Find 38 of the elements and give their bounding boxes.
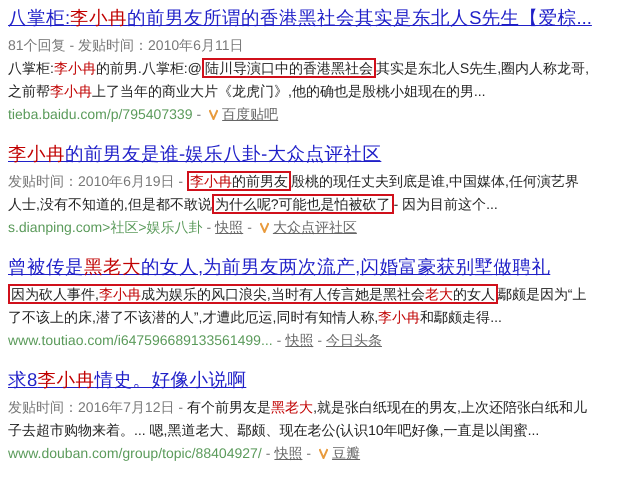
snippet-text: 人士,没有不知道的,但是都不敢说 [8,196,212,212]
post-meta: 81个回复 - 发贴时间：2010年6月11日 [8,37,244,53]
snippet-text: 之前帮李小冉上了当年的商业大片《龙虎门》,他的确也是殷桃小姐现在的男... [8,83,486,99]
result-link[interactable]: 快照 [274,442,302,465]
post-meta: 发贴时间：2010年6月19日 - [8,173,184,189]
result-url: tieba.baidu.com/p/795407339 [8,105,192,124]
result-link[interactable]: 大众点评社区 [272,216,357,239]
snippet-text: - 因为目前这个... [394,196,498,212]
result-url: www.toutiao.com/i647596689133561499... [8,331,273,350]
result-link[interactable]: 快照 [285,329,314,352]
annotated-text: 李小冉的前男友 [187,171,292,191]
separator-dash: - [266,444,270,463]
separator-dash: - [206,218,212,237]
snippet-text: 其实是东北人S先生,圈内人称龙哥, [376,60,590,76]
separator-dash: - [196,105,202,124]
snippet-text: 子去超市购物来着。... 嗯,黑道老大、鄢颇、现在老公(认识10年吧好像,一直是以闺蜜... [8,422,540,438]
result-link[interactable]: 豆瓣 [332,442,360,465]
result-url: s.dianping.com>社区>娱乐八卦 [8,218,203,237]
verified-icon [319,448,328,459]
result-link[interactable]: 百度贴吧 [222,103,278,126]
snippet-text: 八掌柜:李小冉的前男.八掌柜:@ [8,60,202,76]
separator-dash: - [306,444,312,463]
snippet-text: 殷桃的现任丈夫到底是谁,中国媒体,任何演艺界 [291,173,579,189]
result-link[interactable]: 快照 [215,216,244,239]
annotated-text: 为什么呢?可能也是怕被砍了 [212,194,394,214]
verified-icon [260,222,269,233]
result-link[interactable]: 今日头条 [326,329,382,352]
result-url: www.douban.com/group/topic/88404927/ [8,444,262,463]
separator-dash: - [317,331,322,350]
snippet-text: 了不该上的床,潜了不该潜的人”,才遭此厄运,同时有知情人称,李小冉和鄢颇走得... [8,309,502,325]
snippet-text: 有个前男友是黑老大,就是张白纸现在的男友,上次还陪张白纸和儿 [187,399,587,415]
snippet-text: 鄢颇是因为“上 [498,286,586,302]
separator-dash: - [276,331,282,350]
annotated-text: 陆川导演口中的香港黑社会 [202,58,376,78]
verified-icon [209,109,218,120]
separator-dash: - [247,218,252,237]
annotated-text: 因为砍人事件,李小冉成为娱乐的风口浪尖,当时有人传言她是黑社会老大的女人 [8,284,498,304]
post-meta: 发贴时间：2016年7月12日 - [8,399,184,415]
